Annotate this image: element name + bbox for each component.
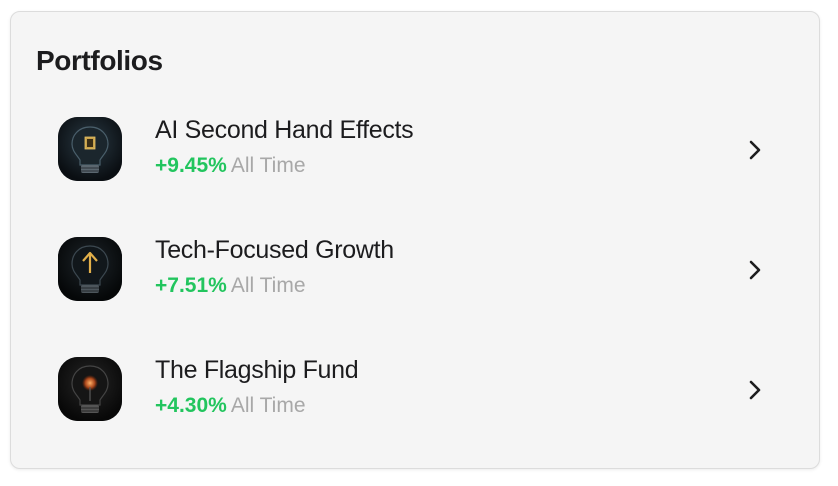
portfolios-card: Portfolios AI Second Hand Effects +9.45%… [10,11,820,469]
portfolio-row-ai-second-hand-effects[interactable]: AI Second Hand Effects +9.45% All Time [11,97,819,197]
chevron-right-icon[interactable] [744,378,766,402]
performance-period: All Time [230,274,306,297]
chevron-right-icon[interactable] [744,258,766,282]
performance-period: All Time [230,394,306,417]
portfolio-name: The Flagship Fund [155,356,359,384]
lightbulb-glow-icon [58,357,122,421]
performance-change: +9.45% [155,154,227,177]
portfolio-performance: +7.51% All Time [155,273,306,299]
portfolio-name: AI Second Hand Effects [155,116,414,144]
section-title: Portfolios [36,45,163,76]
portfolio-name: Tech-Focused Growth [155,236,394,264]
performance-change: +4.30% [155,394,227,417]
portfolio-row-tech-focused-growth[interactable]: Tech-Focused Growth +7.51% All Time [11,217,819,317]
lightbulb-chip-icon [58,117,122,181]
lightbulb-arrow-icon [58,237,122,301]
portfolio-performance: +4.30% All Time [155,393,306,419]
performance-period: All Time [230,154,306,177]
chevron-right-icon[interactable] [744,138,766,162]
portfolio-performance: +9.45% All Time [155,153,306,179]
performance-change: +7.51% [155,274,227,297]
portfolio-row-the-flagship-fund[interactable]: The Flagship Fund +4.30% All Time [11,337,819,437]
